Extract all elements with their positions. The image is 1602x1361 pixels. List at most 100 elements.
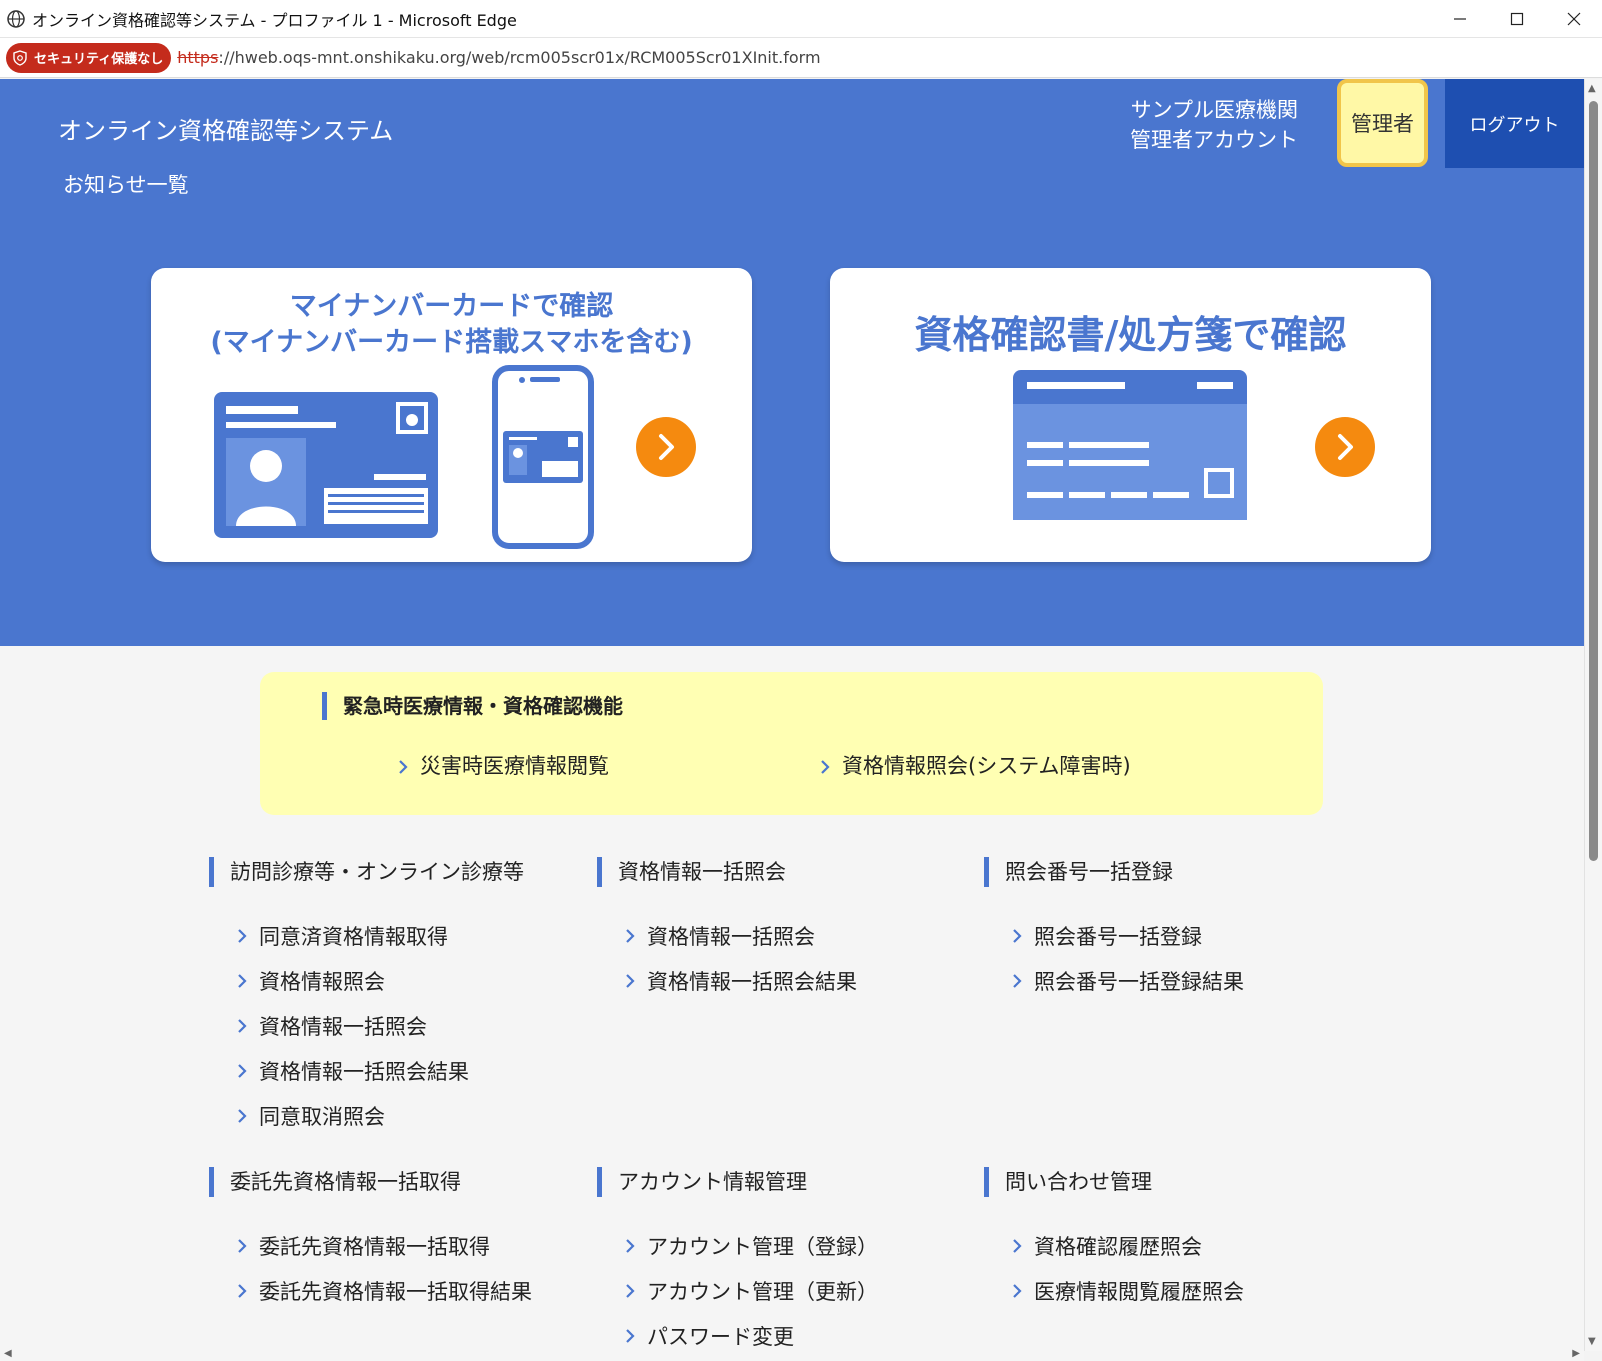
emergency-eligibility-link[interactable]: 資格情報照会(システム障害時) <box>818 750 1131 780</box>
menu-item-label: 照会番号一括登録結果 <box>1034 969 1244 994</box>
chevron-right-icon <box>1013 973 1022 988</box>
chevron-right-icon <box>238 1238 247 1253</box>
maximize-button[interactable] <box>1488 0 1545 38</box>
menu-item[interactable]: アカウント管理（更新） <box>623 1268 977 1313</box>
chevron-right-icon <box>659 434 674 460</box>
chevron-right-icon <box>238 1018 247 1033</box>
menu-item[interactable]: 照会番号一括登録 <box>1010 913 1364 958</box>
menu-item[interactable]: 資格確認履歴照会 <box>1010 1223 1364 1268</box>
menu-item-label: 委託先資格情報一括取得 <box>259 1234 490 1259</box>
certificate-card-title: 資格確認書/処方箋で確認 <box>914 313 1347 357</box>
address-bar[interactable]: セキュリティ保護なし https://hweb.oqs-mnt.onshikak… <box>0 38 1602 78</box>
certificate-card-button[interactable]: 資格確認書/処方箋で確認 <box>830 268 1431 562</box>
menu-item[interactable]: 資格情報一括照会結果 <box>235 1048 589 1093</box>
section-consignee-batch-acquisition: 委託先資格情報一括取得 委託先資格情報一括取得 委託先資格情報一括取得結果 <box>209 1167 589 1313</box>
chevron-right-icon <box>238 1108 247 1123</box>
minimize-icon <box>1453 18 1466 20</box>
chevron-right-icon <box>626 973 635 988</box>
role-badge: 管理者 <box>1337 79 1428 167</box>
chevron-right-icon <box>626 928 635 943</box>
scroll-down-icon[interactable]: ▼ <box>1588 1336 1596 1347</box>
chevron-right-icon <box>399 760 408 774</box>
mynumber-card-subtitle: (マイナンバーカード搭載スマホを含む) <box>210 327 693 358</box>
menu-item[interactable]: 資格情報一括照会結果 <box>623 958 977 1003</box>
vertical-scrollbar[interactable]: ▲ ▼ <box>1584 79 1602 1351</box>
scrollbar-thumb[interactable] <box>1589 101 1598 861</box>
menu-item-label: 照会番号一括登録 <box>1034 924 1202 949</box>
shield-warning-icon <box>13 49 27 66</box>
close-button[interactable] <box>1545 0 1602 38</box>
scroll-left-icon[interactable]: ◀ <box>4 1348 12 1359</box>
section-home-online-care: 訪問診療等・オンライン診療等 同意済資格情報取得 資格情報照会 資格情報一括照会… <box>209 857 589 1138</box>
menu-item-label: 同意済資格情報取得 <box>259 924 448 949</box>
minimize-button[interactable] <box>1431 0 1488 38</box>
notice-list-link[interactable]: お知らせ一覧 <box>63 169 189 199</box>
security-badge[interactable]: セキュリティ保護なし <box>6 42 172 73</box>
emergency-title: 緊急時医療情報・資格確認機能 <box>322 692 623 720</box>
menu-item-label: パスワード変更 <box>647 1324 794 1349</box>
menu-item[interactable]: 同意済資格情報取得 <box>235 913 589 958</box>
menu-item-label: 資格情報一括照会 <box>259 1014 427 1039</box>
chevron-right-icon <box>1338 434 1353 460</box>
chevron-right-icon <box>1013 1238 1022 1253</box>
id-card-icon <box>214 392 438 538</box>
menu-item[interactable]: 資格情報照会 <box>235 958 589 1003</box>
chevron-right-icon <box>238 1063 247 1078</box>
link-label: 災害時医療情報閲覧 <box>420 754 609 778</box>
menu-item-label: アカウント管理（更新） <box>647 1279 878 1304</box>
chevron-right-icon <box>821 760 830 774</box>
chevron-right-icon <box>238 1283 247 1298</box>
page-viewport: オンライン資格確認等システム お知らせ一覧 サンプル医療機関 管理者アカウント … <box>0 79 1584 1351</box>
scroll-up-icon[interactable]: ▲ <box>1588 83 1596 94</box>
menu-item-label: 資格情報一括照会 <box>647 924 815 949</box>
scroll-right-icon[interactable]: ▶ <box>1572 1348 1580 1359</box>
menu-item[interactable]: 照会番号一括登録結果 <box>1010 958 1364 1003</box>
chevron-right-icon <box>238 928 247 943</box>
menu-item[interactable]: アカウント管理（登録） <box>623 1223 977 1268</box>
mynumber-card-title: マイナンバーカードで確認 <box>289 291 614 322</box>
section-title: 資格情報一括照会 <box>597 857 977 887</box>
url-text[interactable]: https://hweb.oqs-mnt.onshikaku.org/web/r… <box>177 48 820 67</box>
account-name: 管理者アカウント <box>1130 128 1298 152</box>
system-title: オンライン資格確認等システム <box>58 117 394 145</box>
menu-item-label: 資格確認履歴照会 <box>1034 1234 1202 1259</box>
insurance-card-icon <box>1013 370 1247 520</box>
section-title: 照会番号一括登録 <box>984 857 1364 887</box>
emergency-box: 緊急時医療情報・資格確認機能 災害時医療情報閲覧 資格情報照会(システム障害時) <box>260 672 1323 815</box>
window-titlebar: オンライン資格確認等システム - プロファイル 1 - Microsoft Ed… <box>0 0 1602 38</box>
horizontal-scrollbar[interactable]: ◀ ▶ <box>0 1348 1584 1361</box>
link-label: 資格情報照会(システム障害時) <box>842 754 1131 778</box>
section-batch-inquiry: 資格情報一括照会 資格情報一括照会 資格情報一括照会結果 <box>597 857 977 1003</box>
chevron-right-icon <box>1013 928 1022 943</box>
disaster-medical-info-link[interactable]: 災害時医療情報閲覧 <box>396 750 609 780</box>
certificate-arrow-icon[interactable] <box>1315 417 1375 477</box>
close-icon <box>1567 12 1580 26</box>
mynumber-arrow-icon[interactable] <box>636 417 696 477</box>
org-account-info: サンプル医療機関 管理者アカウント <box>1130 95 1298 155</box>
maximize-icon <box>1510 12 1523 26</box>
url-protocol: https <box>177 48 219 67</box>
menu-item-label: 同意取消照会 <box>259 1104 385 1129</box>
mynumber-card-button[interactable]: マイナンバーカードで確認 (マイナンバーカード搭載スマホを含む) <box>151 268 752 562</box>
window-title: オンライン資格確認等システム - プロファイル 1 - Microsoft Ed… <box>32 10 517 30</box>
menu-item-label: 委託先資格情報一括取得結果 <box>259 1279 532 1304</box>
menu-item[interactable]: 委託先資格情報一括取得 <box>235 1223 589 1268</box>
section-title: 問い合わせ管理 <box>984 1167 1364 1197</box>
menu-item[interactable]: 資格情報一括照会 <box>623 913 977 958</box>
smartphone-icon <box>492 365 594 549</box>
section-inquiry-management: 問い合わせ管理 資格確認履歴照会 医療情報閲覧履歴照会 <box>984 1167 1364 1313</box>
chevron-right-icon <box>626 1328 635 1343</box>
menu-item[interactable]: 医療情報閲覧履歴照会 <box>1010 1268 1364 1313</box>
globe-icon <box>7 9 25 28</box>
section-title: 委託先資格情報一括取得 <box>209 1167 589 1197</box>
section-account-management: アカウント情報管理 アカウント管理（登録） アカウント管理（更新） パスワード変… <box>597 1167 977 1351</box>
logout-button[interactable]: ログアウト <box>1445 79 1584 168</box>
menu-item-label: 資格情報一括照会結果 <box>259 1059 469 1084</box>
menu-item[interactable]: パスワード変更 <box>623 1313 977 1351</box>
menu-item[interactable]: 同意取消照会 <box>235 1093 589 1138</box>
menu-item[interactable]: 委託先資格情報一括取得結果 <box>235 1268 589 1313</box>
chevron-right-icon <box>626 1238 635 1253</box>
menu-item[interactable]: 資格情報一括照会 <box>235 1003 589 1048</box>
chevron-right-icon <box>626 1283 635 1298</box>
org-name: サンプル医療機関 <box>1130 98 1298 122</box>
